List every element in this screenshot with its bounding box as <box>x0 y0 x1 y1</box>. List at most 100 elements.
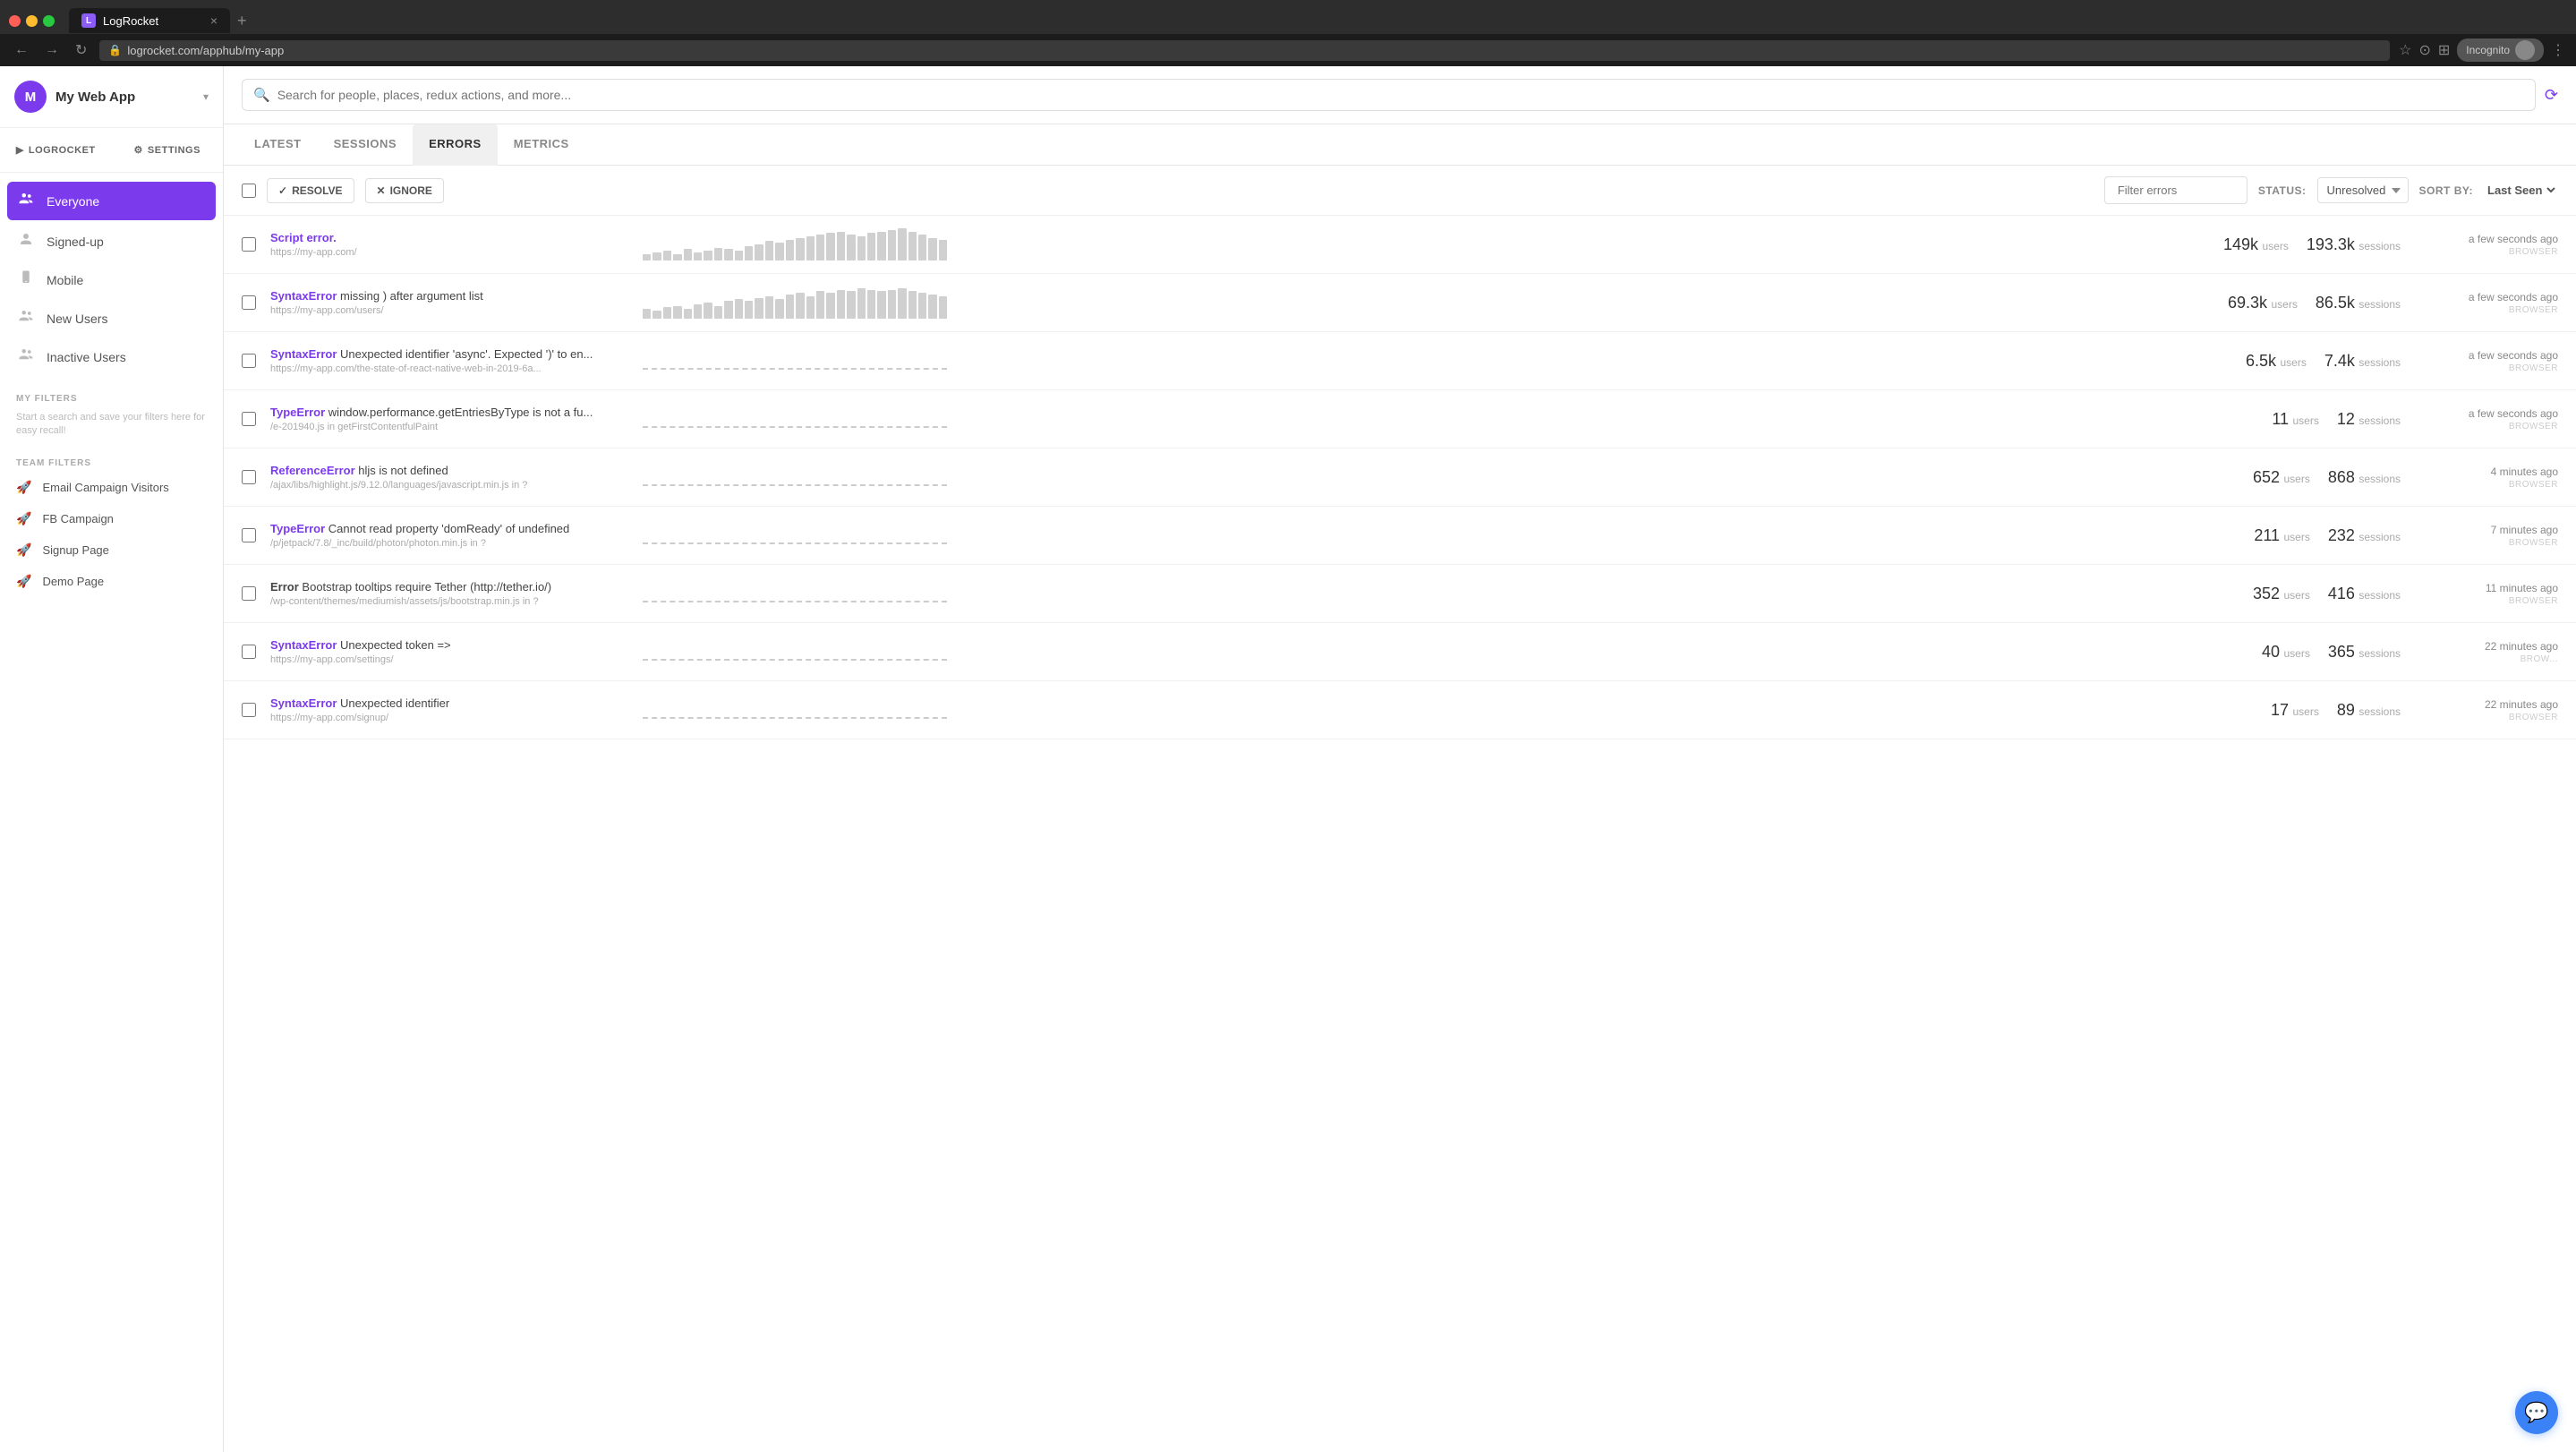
sidebar-item-mobile[interactable]: Mobile <box>0 261 223 299</box>
select-all-checkbox[interactable] <box>242 184 256 198</box>
sidebar-item-fb-campaign[interactable]: 🚀 FB Campaign <box>0 503 223 534</box>
sidebar-item-everyone[interactable]: Everyone <box>7 182 216 220</box>
error-url-0: https://my-app.com/ <box>270 247 628 258</box>
browser-actions: ☆ ⊙ ⊞ Incognito ⋮ <box>2399 38 2565 62</box>
error-url-8: https://my-app.com/signup/ <box>270 713 628 723</box>
close-window-btn[interactable] <box>9 15 21 27</box>
menu-btn[interactable]: ⋮ <box>2551 41 2565 59</box>
row-checkbox-6[interactable] <box>242 586 256 601</box>
chart-bar <box>694 304 702 319</box>
users-num-6: 352 <box>2253 585 2280 602</box>
chart-bar <box>816 235 824 261</box>
error-source-0: BROWSER <box>2415 247 2558 257</box>
table-row[interactable]: SyntaxError Unexpected identifier https:… <box>224 681 2576 739</box>
error-type-0: Script error. <box>270 231 337 244</box>
address-bar[interactable]: 🔒 logrocket.com/apphub/my-app <box>99 40 2390 61</box>
error-type-5: TypeError <box>270 522 325 535</box>
users-num-2: 6.5k <box>2246 352 2276 370</box>
chart-bar <box>786 240 794 261</box>
filter-errors-input[interactable] <box>2104 176 2248 204</box>
sidebar-item-new-users[interactable]: New Users <box>0 299 223 337</box>
tab-close-btn[interactable]: × <box>210 13 218 28</box>
chart-bar <box>745 301 753 319</box>
table-row[interactable]: SyntaxError Unexpected token => https://… <box>224 623 2576 681</box>
error-title-7: SyntaxError Unexpected token => <box>270 638 628 652</box>
table-row[interactable]: SyntaxError missing ) after argument lis… <box>224 274 2576 332</box>
chat-btn[interactable]: 💬 <box>2515 1391 2558 1434</box>
error-type-4: ReferenceError <box>270 464 355 477</box>
active-tab[interactable]: L LogRocket × <box>69 8 230 33</box>
reload-btn[interactable]: ↻ <box>72 38 90 63</box>
row-checkbox-8[interactable] <box>242 703 256 717</box>
row-checkbox-5[interactable] <box>242 528 256 542</box>
status-select[interactable]: Unresolved Resolved Ignored <box>2317 177 2409 203</box>
app-selector[interactable]: M My Web App ▾ <box>0 66 223 128</box>
chart-bar <box>928 295 936 319</box>
error-info-1: SyntaxError missing ) after argument lis… <box>270 289 628 316</box>
error-type-6: Error <box>270 580 299 594</box>
search-input[interactable] <box>277 88 2524 102</box>
error-msg-3: window.performance.getEntriesByType is n… <box>328 406 593 419</box>
table-row[interactable]: TypeError Cannot read property 'domReady… <box>224 507 2576 565</box>
resolve-btn[interactable]: ✓ RESOLVE <box>267 178 354 203</box>
team-filters-title: TEAM FILTERS <box>0 448 223 472</box>
error-meta-8: 22 minutes ago BROWSER <box>2415 698 2558 722</box>
ignore-btn[interactable]: ✕ IGNORE <box>365 178 444 203</box>
tab-sessions[interactable]: SESSIONS <box>318 124 413 166</box>
extensions-btn[interactable]: ⊞ <box>2438 41 2450 59</box>
table-row[interactable]: Script error. https://my-app.com/ 149k u… <box>224 216 2576 274</box>
refresh-btn[interactable]: ⟳ <box>2545 86 2558 105</box>
tab-metrics[interactable]: METRICS <box>498 124 585 166</box>
sidebar-item-email-campaign[interactable]: 🚀 Email Campaign Visitors <box>0 472 223 503</box>
settings-nav-btn[interactable]: ⚙ SETTINGS <box>112 137 224 163</box>
chart-bar <box>857 288 866 319</box>
error-info-6: Error Bootstrap tooltips require Tether … <box>270 580 628 607</box>
logrocket-nav-btn[interactable]: ▶ LOGROCKET <box>0 137 112 163</box>
tab-errors[interactable]: ERRORS <box>413 124 498 166</box>
row-checkbox-0[interactable] <box>242 237 256 252</box>
new-tab-btn[interactable]: + <box>237 12 247 30</box>
error-title-5: TypeError Cannot read property 'domReady… <box>270 522 628 535</box>
inactive-users-icon <box>16 346 36 367</box>
table-row[interactable]: SyntaxError Unexpected identifier 'async… <box>224 332 2576 390</box>
tab-latest[interactable]: LATEST <box>238 124 318 166</box>
sidebar-item-signup-page[interactable]: 🚀 Signup Page <box>0 534 223 566</box>
table-row[interactable]: Error Bootstrap tooltips require Tether … <box>224 565 2576 623</box>
forward-btn[interactable]: → <box>41 38 63 62</box>
back-btn[interactable]: ← <box>11 38 32 62</box>
chart-bar <box>857 236 866 261</box>
profile-btn[interactable]: ⊙ <box>2418 41 2430 59</box>
row-checkbox-7[interactable] <box>242 645 256 659</box>
address-text: logrocket.com/apphub/my-app <box>127 44 284 57</box>
error-title-1: SyntaxError missing ) after argument lis… <box>270 289 628 303</box>
row-checkbox-2[interactable] <box>242 354 256 368</box>
table-row[interactable]: ReferenceError hljs is not defined /ajax… <box>224 448 2576 507</box>
mobile-icon <box>16 269 36 290</box>
sidebar-item-everyone-label: Everyone <box>47 194 99 209</box>
sessions-num-4: 868 <box>2328 468 2355 486</box>
row-checkbox-3[interactable] <box>242 412 256 426</box>
chart-bar <box>796 238 804 261</box>
users-num-8: 17 <box>2271 701 2289 719</box>
chart-bar <box>928 238 936 261</box>
sidebar-item-signed-up[interactable]: Signed-up <box>0 222 223 261</box>
minimize-window-btn[interactable] <box>26 15 38 27</box>
users-stat-1: 69.3k users <box>2228 294 2298 312</box>
maximize-window-btn[interactable] <box>43 15 55 27</box>
row-checkbox-4[interactable] <box>242 470 256 484</box>
chart-bar <box>653 252 661 261</box>
row-checkbox-1[interactable] <box>242 295 256 310</box>
bookmark-btn[interactable]: ☆ <box>2399 41 2411 59</box>
error-time-1: a few seconds ago <box>2415 291 2558 303</box>
error-source-5: BROWSER <box>2415 538 2558 548</box>
browser-tabs: L LogRocket × + <box>0 0 2576 34</box>
sessions-num-3: 12 <box>2337 410 2355 428</box>
sort-select[interactable]: Last Seen First Seen Users <box>2484 183 2558 198</box>
sidebar-item-demo-page[interactable]: 🚀 Demo Page <box>0 566 223 597</box>
sessions-num-8: 89 <box>2337 701 2355 719</box>
chart-bar <box>643 309 651 319</box>
table-row[interactable]: TypeError window.performance.getEntriesB… <box>224 390 2576 448</box>
search-input-wrapper[interactable]: 🔍 <box>242 79 2536 111</box>
error-url-6: /wp-content/themes/mediumish/assets/js/b… <box>270 596 628 607</box>
sidebar-item-inactive-users[interactable]: Inactive Users <box>0 337 223 376</box>
